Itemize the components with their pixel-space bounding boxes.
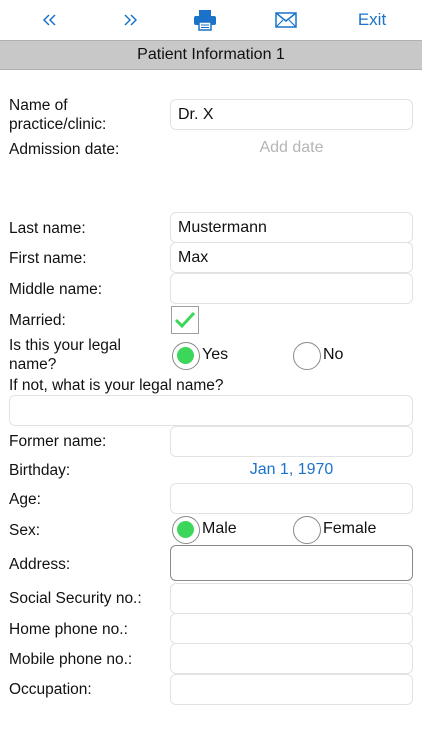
- previous-page-button[interactable]: [38, 8, 62, 32]
- sex-male-label: Male: [202, 520, 237, 537]
- birthday-picker[interactable]: Jan 1, 1970: [170, 461, 413, 479]
- first-name-label: First name:: [9, 250, 87, 267]
- home-phone-label: Home phone no.:: [9, 621, 128, 638]
- married-label: Married:: [9, 312, 66, 329]
- former-name-field[interactable]: [170, 426, 413, 457]
- double-chevron-left-icon: [43, 14, 56, 26]
- sex-male-radio[interactable]: [172, 516, 200, 544]
- ssn-label: Social Security no.:: [9, 590, 142, 607]
- next-page-button[interactable]: [118, 8, 142, 32]
- envelope-icon: [275, 12, 297, 28]
- middle-name-label: Middle name:: [9, 281, 103, 298]
- page-title: Patient Information 1: [0, 40, 422, 70]
- mobile-phone-field[interactable]: [170, 643, 413, 674]
- printer-icon: [194, 10, 216, 31]
- checkmark-icon: [174, 311, 196, 329]
- practice-label: Name of practice/clinic:: [9, 97, 107, 133]
- sex-label: Sex:: [9, 522, 41, 539]
- print-button[interactable]: [192, 8, 218, 32]
- age-label: Age:: [9, 491, 41, 508]
- sex-female-radio[interactable]: [293, 516, 321, 544]
- last-name-label: Last name:: [9, 220, 86, 237]
- legal-name-no-label: No: [323, 346, 344, 363]
- occupation-label: Occupation:: [9, 681, 92, 698]
- occupation-field[interactable]: [170, 674, 413, 705]
- legal-name-yes-label: Yes: [202, 346, 229, 363]
- practice-field[interactable]: Dr. X: [170, 99, 413, 130]
- last-name-field[interactable]: Mustermann: [170, 212, 413, 243]
- email-button[interactable]: [274, 8, 298, 32]
- mobile-phone-label: Mobile phone no.:: [9, 651, 133, 668]
- sex-female-label: Female: [323, 520, 377, 537]
- first-name-value: Max: [178, 248, 209, 266]
- legal-name-yes-radio[interactable]: [172, 342, 200, 370]
- address-field[interactable]: [170, 545, 413, 581]
- ssn-field[interactable]: [170, 583, 413, 614]
- double-chevron-right-icon: [124, 14, 137, 26]
- legal-name-alt-label: If not, what is your legal name?: [9, 377, 224, 394]
- first-name-field[interactable]: Max: [170, 242, 413, 273]
- age-field[interactable]: [170, 483, 413, 514]
- toolbar: Exit: [0, 0, 422, 40]
- admission-date-picker[interactable]: Add date: [170, 139, 413, 157]
- legal-name-alt-field[interactable]: [9, 395, 413, 426]
- address-label: Address:: [9, 556, 71, 573]
- birthday-label: Birthday:: [9, 462, 71, 479]
- middle-name-field[interactable]: [170, 273, 413, 304]
- legal-name-no-radio[interactable]: [293, 342, 321, 370]
- exit-button[interactable]: Exit: [352, 8, 392, 32]
- married-checkbox[interactable]: [171, 306, 199, 334]
- last-name-value: Mustermann: [178, 218, 267, 236]
- home-phone-field[interactable]: [170, 613, 413, 644]
- former-name-label: Former name:: [9, 433, 107, 450]
- admission-date-label: Admission date:: [9, 141, 120, 158]
- legal-name-label: Is this your legal name?: [9, 337, 121, 373]
- practice-value: Dr. X: [178, 105, 214, 123]
